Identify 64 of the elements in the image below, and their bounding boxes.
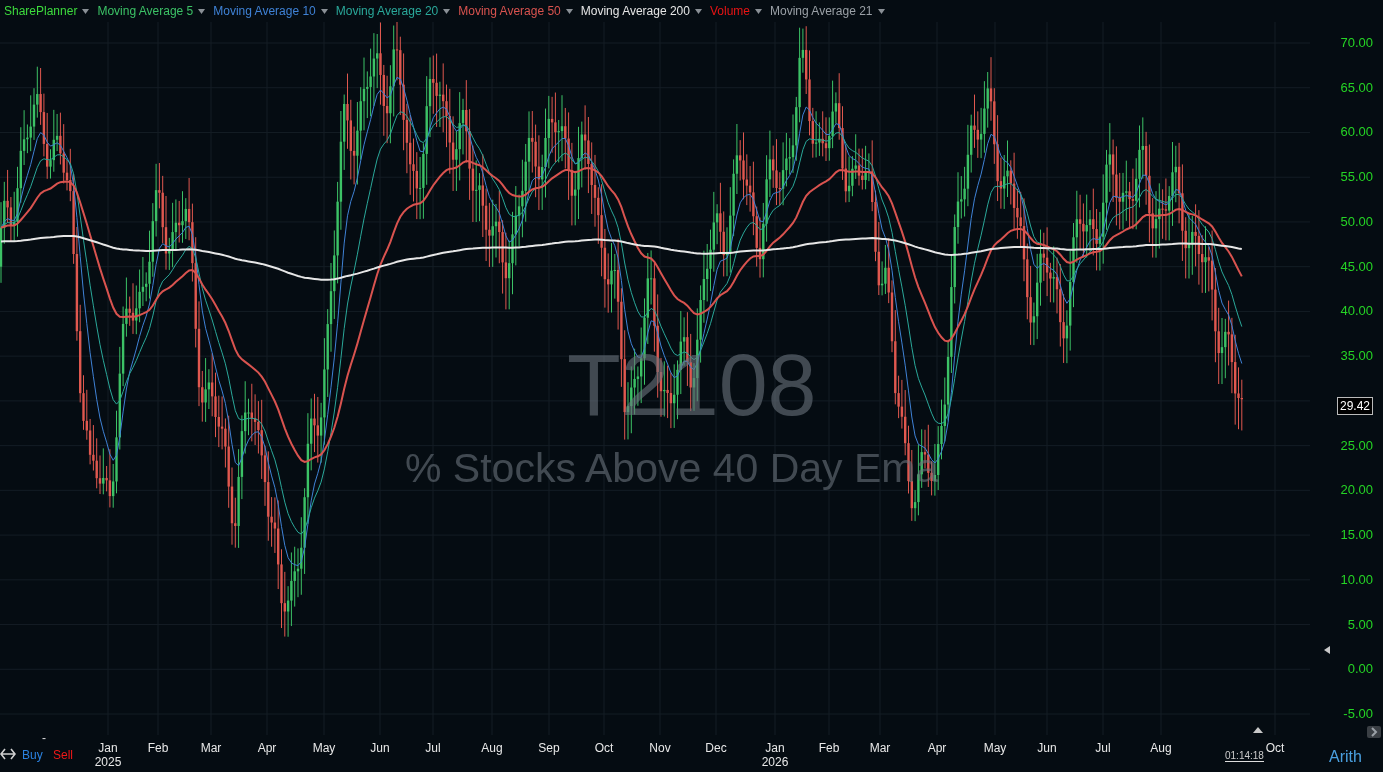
axis-label: 55.00: [1340, 169, 1373, 185]
triangle-icon[interactable]: [1253, 727, 1263, 733]
caret-icon[interactable]: [198, 8, 206, 14]
price-label: 29.42: [1336, 397, 1373, 416]
axis-label: 5.00: [1347, 616, 1373, 632]
legend-item[interactable]: Moving Average 10: [213, 4, 316, 18]
axis-label: 10.00: [1340, 571, 1373, 587]
month-label: Jul: [1095, 741, 1111, 755]
caret-icon[interactable]: [443, 8, 451, 14]
month-label: Jan: [98, 741, 118, 755]
month-label: Mar: [869, 741, 891, 755]
caret-icon[interactable]: [755, 8, 762, 14]
caret-icon[interactable]: [877, 8, 885, 14]
caret-icon[interactable]: [82, 8, 90, 14]
countdown-timer: 01:14:18: [1225, 750, 1264, 762]
axis-label: 20.00: [1340, 482, 1373, 498]
chevron-right-icon[interactable]: [1367, 726, 1381, 738]
month-label: Aug: [1150, 741, 1172, 755]
month-label: Aug: [481, 741, 503, 755]
axis-label: 25.00: [1340, 437, 1373, 453]
axis-label: 50.00: [1340, 213, 1373, 229]
month-label: May: [983, 741, 1007, 755]
month-label: Sep: [538, 741, 560, 755]
month-label: Jun: [370, 741, 390, 755]
caret-icon[interactable]: [320, 8, 328, 14]
axis-label: 40.00: [1340, 303, 1373, 319]
year-label: 2026: [761, 755, 789, 769]
axis-label: -5.00: [1343, 706, 1373, 721]
axis-label: 45.00: [1340, 258, 1373, 274]
buy-button[interactable]: Buy: [22, 748, 43, 762]
legend-item[interactable]: Volume: [710, 4, 750, 18]
legend-item[interactable]: Moving Average 20: [335, 4, 439, 18]
axis-label: 65.00: [1340, 79, 1373, 95]
month-label: Jun: [1037, 741, 1057, 755]
month-label: Jan: [765, 741, 785, 755]
month-label: Feb: [147, 741, 169, 755]
month-label: Nov: [649, 741, 671, 755]
axis-label: 15.00: [1340, 527, 1373, 543]
month-label: Apr: [257, 741, 277, 755]
axis-label: 60.00: [1340, 124, 1373, 140]
legend-item[interactable]: Moving Average 21: [770, 4, 873, 18]
caret-icon[interactable]: [565, 8, 573, 14]
axis-label: 0.00: [1347, 661, 1373, 677]
month-label: Feb: [818, 741, 840, 755]
month-label: Dec: [705, 741, 727, 755]
month-label: Mar: [200, 741, 222, 755]
legend-item[interactable]: Moving Average 5: [97, 4, 194, 18]
legend-item[interactable]: Moving Average 50: [458, 4, 561, 18]
swap-arrows-icon[interactable]: [0, 747, 16, 761]
scale-toggle[interactable]: Arith: [1329, 748, 1362, 772]
month-label: Apr: [927, 741, 947, 755]
caret-icon[interactable]: [695, 8, 702, 14]
sell-button[interactable]: Sell: [53, 748, 73, 762]
month-label: May: [312, 741, 336, 755]
year-label: 2025: [94, 755, 122, 769]
axis-label: 35.00: [1340, 348, 1373, 364]
triangle-icon[interactable]: [1324, 646, 1330, 654]
dash-text: -: [42, 731, 46, 745]
legend-item[interactable]: Moving Average 200: [580, 4, 690, 18]
month-label: Oct: [594, 741, 614, 755]
month-label: Jul: [425, 741, 441, 755]
axis-label: 70.00: [1340, 35, 1373, 50]
legend-item[interactable]: SharePlanner: [4, 4, 78, 18]
month-label: Oct: [1265, 741, 1285, 755]
